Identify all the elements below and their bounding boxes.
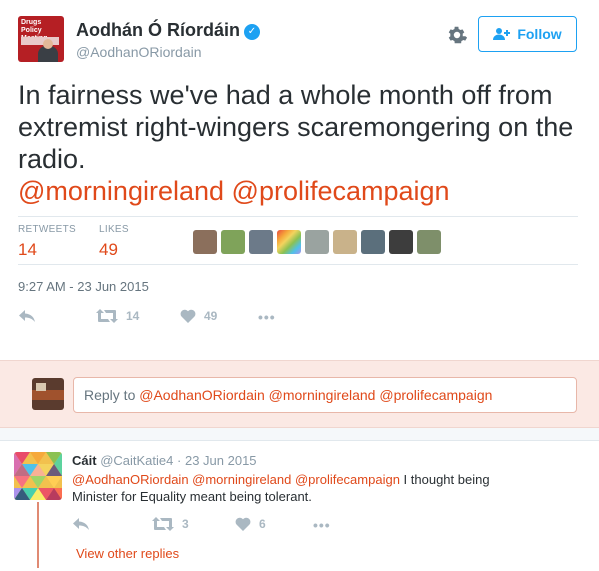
current-user-avatar (32, 378, 64, 410)
tweet-text-line: In fairness we've had a whole month off … (18, 80, 553, 110)
liker-avatar[interactable] (221, 230, 245, 254)
retweets-label: RETWEETS (18, 224, 76, 235)
likes-count: 49 (99, 240, 118, 259)
reply-retweet-button[interactable]: 3 (152, 517, 189, 531)
divider (18, 264, 578, 265)
reply-retweet-count: 3 (182, 517, 189, 531)
reply-prefix: Reply to (84, 387, 140, 403)
main-tweet: Drugs Policy Meeting Aodhán Ó Ríordáin✓ … (0, 0, 599, 360)
mention-link[interactable]: @prolifecampaign (232, 176, 450, 206)
reply-like-count: 6 (259, 517, 266, 531)
heart-icon (180, 309, 196, 323)
reply-date[interactable]: 23 Jun 2015 (185, 453, 257, 468)
reply-button[interactable] (18, 309, 36, 323)
reply-mention-links[interactable]: @AodhanORiordain @morningireland @prolif… (72, 472, 400, 487)
reply-input[interactable]: Reply to @AodhanORiordain @morningirelan… (73, 377, 577, 413)
reply-header: Cáit @CaitKatie4 · 23 Jun 2015 (72, 453, 257, 468)
more-button[interactable]: ••• (258, 309, 276, 325)
tweet-text-line: extremist right-wingers scaremongering o… (18, 112, 574, 142)
follow-button[interactable]: Follow (478, 16, 577, 52)
reply-reply-button[interactable] (72, 517, 90, 531)
liker-avatar[interactable] (333, 230, 357, 254)
section-separator (0, 428, 599, 441)
reply-like-button[interactable]: 6 (235, 517, 266, 531)
tweet-text-line: radio. (18, 144, 86, 174)
retweets-stat[interactable]: RETWEETS 14 (18, 224, 76, 260)
tweet-actions: 14 49 ••• (18, 309, 318, 329)
thread-line (37, 502, 39, 568)
liker-avatar[interactable] (305, 230, 329, 254)
reply-text-line2: Minister for Equality meant being tolera… (72, 489, 312, 504)
retweet-button[interactable]: 14 (96, 309, 139, 323)
reply-text: @AodhanORiordain @morningireland @prolif… (72, 471, 572, 505)
avatar-person (38, 39, 58, 62)
view-other-replies-link[interactable]: View other replies (76, 546, 179, 561)
heart-icon (235, 517, 251, 531)
liker-avatar[interactable] (193, 230, 217, 254)
liker-avatar[interactable] (417, 230, 441, 254)
liker-avatars (193, 230, 441, 254)
author-name[interactable]: Aodhán Ó Ríordáin (76, 20, 240, 40)
follow-person-icon (493, 28, 511, 40)
avatar-banner (21, 37, 59, 45)
gear-icon[interactable] (446, 24, 468, 46)
reply-actions: 3 6 ••• (72, 517, 372, 535)
liker-avatar[interactable] (361, 230, 385, 254)
reply-composer: Reply to @AodhanORiordain @morningirelan… (0, 360, 599, 428)
likes-label: LIKES (99, 224, 129, 235)
reply-author-name[interactable]: Cáit (72, 453, 97, 468)
reply-dot: · (177, 453, 182, 468)
author-name-row[interactable]: Aodhán Ó Ríordáin ✓ (76, 20, 260, 41)
reply-author-avatar[interactable] (14, 452, 62, 500)
verified-icon: ✓ (244, 24, 260, 40)
like-count: 49 (204, 309, 218, 323)
more-icon: ••• (313, 517, 331, 533)
reply-tweet: Cáit @CaitKatie4 · 23 Jun 2015 @AodhanOR… (0, 442, 599, 571)
liker-avatar[interactable] (277, 230, 301, 254)
like-button[interactable]: 49 (180, 309, 217, 323)
tweet-timestamp[interactable]: 9:27 AM - 23 Jun 2015 (18, 279, 149, 294)
tweet-text: In fairness we've had a whole month off … (18, 79, 583, 207)
divider (18, 216, 578, 217)
author-handle[interactable]: @AodhanORiordain (76, 44, 202, 60)
liker-avatar[interactable] (389, 230, 413, 254)
liker-avatar[interactable] (249, 230, 273, 254)
retweet-icon (96, 309, 118, 323)
reply-mentions: @AodhanORiordain @morningireland @prolif… (139, 387, 493, 403)
reply-more-button[interactable]: ••• (313, 517, 331, 533)
author-avatar[interactable]: Drugs Policy Meeting (18, 16, 64, 62)
retweet-count: 14 (126, 309, 140, 323)
mention-link[interactable]: @morningireland (18, 176, 224, 206)
likes-stat[interactable]: LIKES 49 (99, 224, 129, 260)
retweet-icon (152, 517, 174, 531)
follow-label: Follow (517, 26, 562, 42)
retweets-count: 14 (18, 240, 37, 259)
reply-text-tail: I thought being (399, 472, 490, 487)
reply-author-handle[interactable]: @CaitKatie4 (100, 453, 173, 468)
reply-icon (19, 310, 35, 322)
more-icon: ••• (258, 309, 276, 325)
reply-icon (73, 518, 89, 530)
